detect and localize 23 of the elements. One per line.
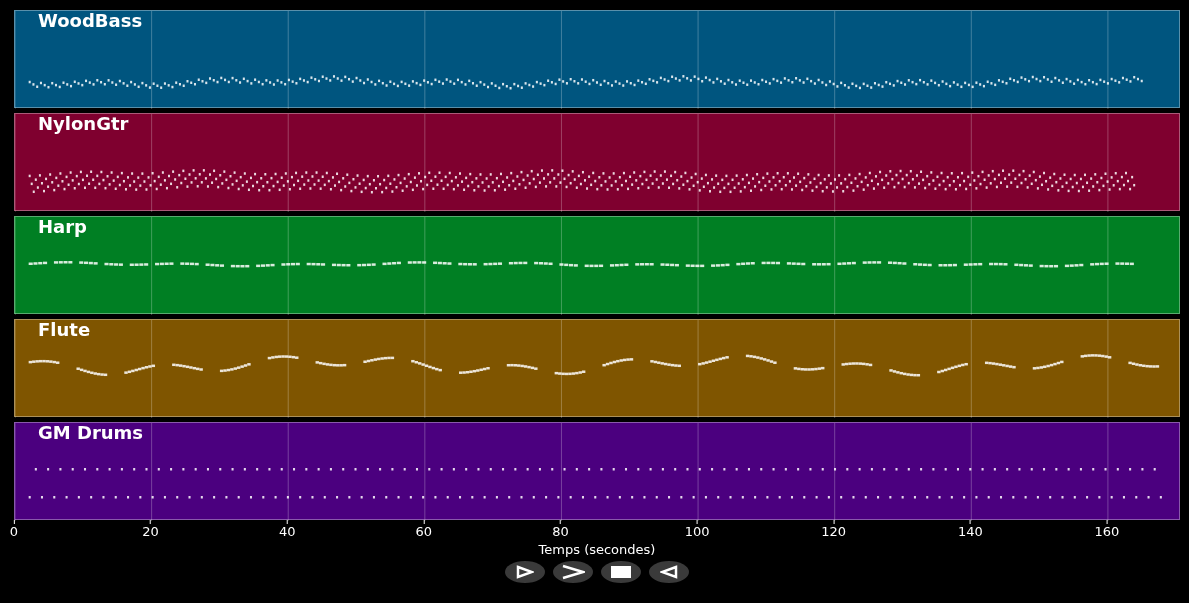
back-button[interactable] — [649, 561, 689, 583]
tick-label: 0 — [9, 524, 19, 539]
triangle-left-icon — [660, 565, 678, 579]
tick-label: 120 — [821, 524, 847, 539]
tick-label: 160 — [1094, 524, 1120, 539]
tick-label: 20 — [142, 524, 159, 539]
tick-label: 140 — [957, 524, 983, 539]
triangle-right-icon — [516, 565, 534, 579]
track-name: Flute — [38, 320, 91, 340]
chevron-right-icon — [561, 564, 585, 580]
axis-label: Temps (secondes) — [538, 542, 656, 557]
stop-icon — [611, 566, 631, 578]
track-name: GM Drums — [38, 423, 144, 443]
tick-label: 60 — [415, 524, 433, 539]
track-name: WoodBass — [38, 11, 143, 31]
play-button[interactable] — [505, 561, 545, 583]
track-name: NylonGtr — [38, 114, 129, 134]
tick-label: 100 — [684, 524, 710, 539]
next-button[interactable] — [553, 561, 593, 583]
tick-label: 80 — [552, 524, 569, 539]
track-name: Harp — [38, 217, 87, 237]
tick-label: 40 — [278, 524, 296, 539]
stop-button[interactable] — [601, 561, 641, 583]
